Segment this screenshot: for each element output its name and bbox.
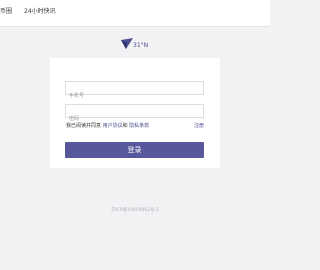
register-link[interactable]: 注册 xyxy=(194,123,204,130)
login-button[interactable]: 登录 xyxy=(65,142,204,158)
logo-text: 31°N xyxy=(133,42,149,49)
agreement-text: 我已阅读并同意 用户协议和 隐私条款 xyxy=(66,123,149,130)
phone-input[interactable] xyxy=(66,90,203,102)
paper-plane-icon xyxy=(121,38,133,49)
nav-item-24h-news[interactable]: 24小时快讯 xyxy=(24,8,56,16)
privacy-policy-link[interactable]: 隐私条款 xyxy=(129,123,149,129)
user-agreement-link[interactable]: 用户协议 xyxy=(103,123,123,129)
agreement-and: 和 xyxy=(122,123,128,129)
login-card: 我已阅读并同意 用户协议和 隐私条款 注册 登录 xyxy=(50,58,220,168)
agreement-prefix: 我已阅读并同意 xyxy=(66,123,102,129)
phone-field[interactable] xyxy=(65,81,204,102)
nav-item-crypto[interactable]: 币圈 xyxy=(0,8,12,16)
top-nav-bar: 币圈 24小时快讯 xyxy=(0,0,270,27)
brand-logo: 31°N xyxy=(120,37,152,51)
password-field[interactable] xyxy=(65,104,204,125)
icp-footer: 京ICP备18059862号-1 xyxy=(110,208,160,213)
